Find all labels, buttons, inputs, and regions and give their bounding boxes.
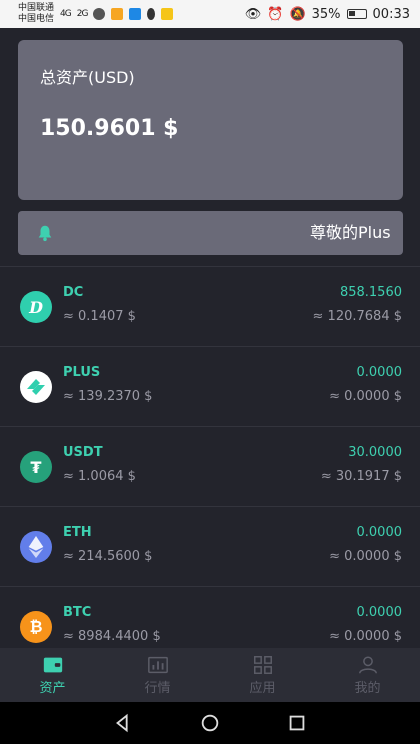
tab-profile[interactable]: 我的 (315, 648, 420, 702)
coin-amount: 0.0000 (356, 605, 403, 620)
coin-name: BTC (63, 605, 92, 620)
usdt-coin-icon: ₮ (20, 451, 52, 483)
total-assets-value: 150.9601 $ (40, 116, 179, 141)
grid-icon (253, 655, 272, 674)
carrier-1: 中国联通 (18, 3, 55, 13)
coin-value: ≈ 120.7684 $ (312, 309, 402, 324)
coin-amount: 0.0000 (356, 525, 403, 540)
mute-icon: 🔕 (289, 6, 306, 22)
status-bar: 中国联通 中国电信 4G 2G 👁 ⏰ 🔕 35% 00:33 (0, 0, 420, 28)
coin-name: PLUS (63, 365, 101, 380)
asset-row-dc[interactable]: D DC ≈ 0.1407 $ 858.1560 ≈ 120.7684 $ (0, 266, 420, 346)
coin-value: ≈ 0.0000 $ (329, 629, 402, 644)
flame-icon (147, 8, 156, 20)
chart-icon (147, 656, 168, 673)
tab-label: 我的 (354, 680, 381, 696)
home-icon[interactable] (199, 712, 221, 734)
total-assets-label: 总资产(USD) (40, 68, 135, 87)
notice-bar[interactable]: 尊敬的Plus (18, 211, 403, 255)
asset-row-plus[interactable]: PLUS ≈ 139.2370 $ 0.0000 ≈ 0.0000 $ (0, 346, 420, 426)
eye-icon: 👁 (244, 6, 262, 22)
bell-icon (38, 225, 52, 242)
asset-row-usdt[interactable]: ₮ USDT ≈ 1.0064 $ 30.0000 ≈ 30.1917 $ (0, 426, 420, 506)
battery-icon (346, 9, 367, 19)
plus-coin-icon (20, 371, 52, 403)
carrier-names: 中国联通 中国电信 (18, 3, 54, 25)
coin-price: ≈ 1.0064 $ (63, 469, 136, 484)
tab-label: 行情 (144, 680, 171, 696)
tab-market[interactable]: 行情 (105, 648, 210, 702)
notification-icon (161, 8, 174, 20)
asset-row-eth[interactable]: ETH ≈ 214.5600 $ 0.0000 ≈ 0.0000 $ (0, 506, 420, 586)
coin-price: ≈ 139.2370 $ (63, 389, 153, 404)
asset-list[interactable]: D DC ≈ 0.1407 $ 858.1560 ≈ 120.7684 $ PL… (0, 266, 420, 648)
tab-label: 应用 (249, 680, 276, 696)
carrier-2: 中国电信 (18, 14, 55, 24)
coin-value: ≈ 0.0000 $ (329, 549, 402, 564)
tab-label: 资产 (39, 680, 66, 696)
coin-amount: 858.1560 (339, 285, 402, 300)
notice-text: 尊敬的Plus (310, 223, 390, 242)
coin-amount: 30.0000 (348, 445, 402, 460)
signal-1: 4G (60, 9, 72, 19)
battery-percent: 35% (311, 6, 341, 22)
coin-amount: 0.0000 (356, 365, 403, 380)
tab-apps[interactable]: 应用 (210, 648, 315, 702)
clock: 00:33 (372, 6, 410, 22)
tab-assets[interactable]: 资产 (0, 648, 105, 702)
coin-name: DC (63, 285, 84, 300)
wallet-icon (43, 657, 62, 672)
user-icon (358, 655, 377, 674)
back-icon[interactable] (112, 712, 134, 734)
total-assets-card: 总资产(USD) 150.9601 $ (18, 40, 403, 200)
btc-coin-icon: ₿ (20, 611, 52, 643)
app-icon (129, 8, 142, 20)
wechat-icon (93, 8, 106, 20)
eth-coin-icon (20, 531, 52, 563)
coin-price: ≈ 8984.4400 $ (63, 629, 161, 644)
signal-2: 2G (76, 9, 89, 19)
asset-row-btc[interactable]: ₿ BTC ≈ 8984.4400 $ 0.0000 ≈ 0.0000 $ (0, 586, 420, 648)
recents-icon[interactable] (286, 712, 308, 734)
alarm-icon: ⏰ (267, 6, 284, 22)
coin-name: USDT (63, 445, 103, 460)
system-nav-bar (0, 702, 420, 744)
dc-coin-icon: D (20, 291, 52, 323)
coin-name: ETH (63, 525, 92, 540)
coin-value: ≈ 0.0000 $ (329, 389, 402, 404)
coin-price: ≈ 214.5600 $ (63, 549, 153, 564)
coin-price: ≈ 0.1407 $ (63, 309, 136, 324)
mail-icon (111, 8, 124, 20)
bottom-tab-bar: 资产 行情 应用 我的 (0, 648, 420, 702)
coin-value: ≈ 30.1917 $ (320, 469, 402, 484)
